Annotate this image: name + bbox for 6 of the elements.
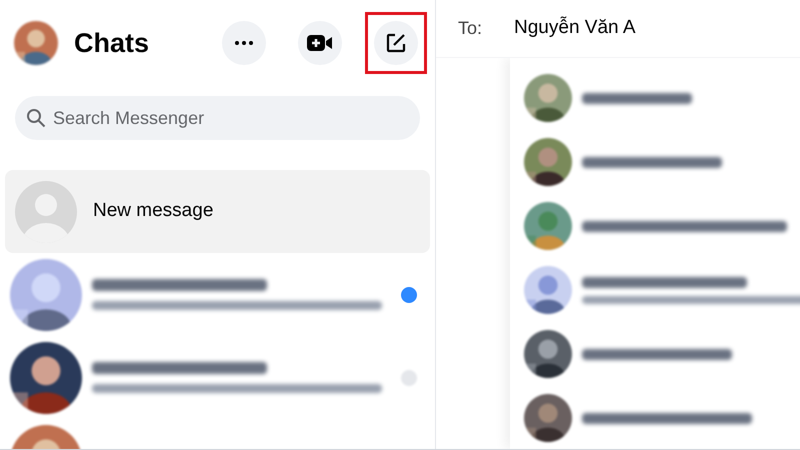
new-message-label: New message bbox=[93, 199, 214, 224]
search-field[interactable]: Search Messenger bbox=[15, 96, 420, 140]
page-title: Chats bbox=[74, 26, 150, 60]
recipient-field[interactable]: Nguyễn Văn A bbox=[514, 14, 774, 43]
new-message-item[interactable]: New message bbox=[5, 170, 430, 253]
to-label: To: bbox=[458, 17, 482, 40]
